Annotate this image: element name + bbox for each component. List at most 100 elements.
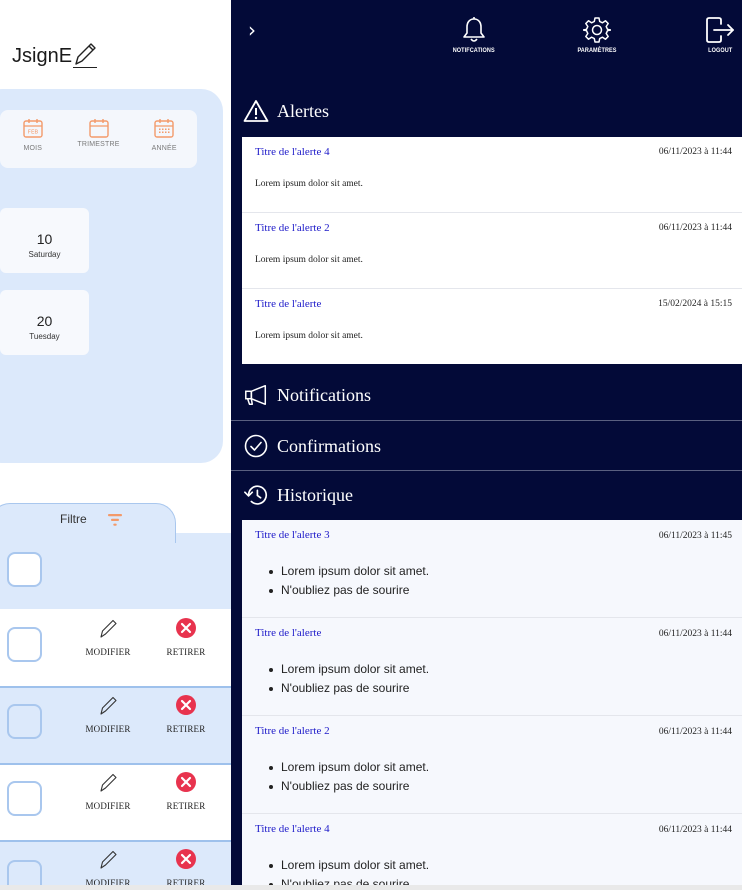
warning-icon xyxy=(243,98,269,124)
history-bullets: Lorem ipsum dolor sit amet. N'oubliez pa… xyxy=(269,562,429,600)
history-bullet: Lorem ipsum dolor sit amet. xyxy=(269,660,429,679)
svg-text:FEB: FEB xyxy=(28,130,39,136)
history-bullet: N'oubliez pas de sourire xyxy=(269,581,429,600)
modify-button[interactable]: MODIFIER xyxy=(78,771,138,811)
date-number: 20 xyxy=(36,313,53,329)
remove-label: RETIRER xyxy=(166,801,206,811)
history-bullet: Lorem ipsum dolor sit amet. xyxy=(269,856,429,875)
pencil-icon xyxy=(100,696,117,715)
logout-caption: LOGOUT xyxy=(707,47,733,54)
history-date: 06/11/2023 à 11:44 xyxy=(658,825,732,835)
section-notifications-header[interactable]: Notifications xyxy=(231,370,742,420)
alert-date: 06/11/2023 à 11:44 xyxy=(658,223,732,233)
history-bullets: Lorem ipsum dolor sit amet. N'oubliez pa… xyxy=(269,660,429,698)
pencil-icon xyxy=(100,773,117,792)
table-row: MODIFIER RETIRER xyxy=(0,840,231,890)
settings-button[interactable]: PARAMÈTRES xyxy=(574,16,620,54)
row-checkbox[interactable] xyxy=(7,704,42,739)
modify-button[interactable]: MODIFIER xyxy=(78,617,138,657)
period-year-option[interactable]: ANNÉE xyxy=(131,110,197,168)
date-card[interactable]: 10 Saturday xyxy=(0,208,89,273)
period-quarter-option[interactable]: TRIMESTRE xyxy=(66,110,132,168)
logout-icon xyxy=(706,17,734,43)
select-all-checkbox[interactable] xyxy=(7,552,42,587)
history-title: Titre de l'alerte 4 xyxy=(255,823,330,835)
remove-button[interactable]: RETIRER xyxy=(156,848,216,888)
history-date: 06/11/2023 à 11:45 xyxy=(658,531,732,541)
section-confirmations-title: Confirmations xyxy=(277,435,381,456)
edit-name-button[interactable] xyxy=(73,40,98,68)
section-history-header[interactable]: Historique xyxy=(231,470,742,520)
history-date: 06/11/2023 à 11:44 xyxy=(658,629,732,639)
alert-item[interactable]: Titre de l'alerte 2 06/11/2023 à 11:44 L… xyxy=(242,213,742,289)
pencil-icon xyxy=(75,43,96,65)
remove-button[interactable]: RETIRER xyxy=(156,617,216,657)
history-bullet: N'oubliez pas de sourire xyxy=(269,777,429,796)
alert-title: Titre de l'alerte 4 xyxy=(255,146,330,158)
modify-label: MODIFIER xyxy=(85,724,131,734)
section-alerts-header[interactable]: Alertes xyxy=(231,86,742,136)
alert-title: Titre de l'alerte xyxy=(255,298,322,310)
calendar-quarter-icon xyxy=(88,119,109,138)
pencil-icon xyxy=(100,619,117,638)
history-title: Titre de l'alerte 3 xyxy=(255,529,330,541)
period-quarter-label: TRIMESTRE xyxy=(77,141,120,148)
gear-icon xyxy=(583,17,612,43)
close-circle-icon xyxy=(176,772,196,792)
left-panel: JsignE FEB MOIS TRIMESTRE ANNÉE 10 Satur… xyxy=(0,0,231,890)
megaphone-icon xyxy=(243,382,269,408)
table-row: MODIFIER RETIRER xyxy=(0,763,231,840)
period-month-option[interactable]: FEB MOIS xyxy=(0,110,66,168)
modify-button[interactable]: MODIFIER xyxy=(78,694,138,734)
history-item[interactable]: Titre de l'alerte 3 06/11/2023 à 11:45 L… xyxy=(242,520,742,618)
filter-icon[interactable] xyxy=(107,512,123,531)
period-month-label: MOIS xyxy=(23,145,43,152)
history-bullet: N'oubliez pas de sourire xyxy=(269,679,429,698)
notifications-panel: › NOTIFCATIONS PARAMÈTRES LOGOUT Alertes… xyxy=(231,0,742,890)
modify-button[interactable]: MODIFIER xyxy=(78,848,138,888)
row-checkbox[interactable] xyxy=(7,627,42,662)
alert-body: Lorem ipsum dolor sit amet. xyxy=(255,179,363,189)
logout-button[interactable]: LOGOUT xyxy=(705,16,735,54)
section-alerts-title: Alertes xyxy=(277,100,329,121)
notifications-caption: NOTIFCATIONS xyxy=(452,47,495,54)
remove-label: RETIRER xyxy=(166,724,206,734)
filter-tab[interactable] xyxy=(0,503,176,543)
alert-title: Titre de l'alerte 2 xyxy=(255,222,330,234)
pencil-icon xyxy=(100,850,117,869)
period-year-label: ANNÉE xyxy=(151,145,177,152)
collapse-chevron-icon[interactable]: › xyxy=(248,18,256,42)
history-title: Titre de l'alerte xyxy=(255,627,322,639)
history-title: Titre de l'alerte 2 xyxy=(255,725,330,737)
table-row: MODIFIER RETIRER xyxy=(0,686,231,763)
history-item[interactable]: Titre de l'alerte 4 06/11/2023 à 11:44 L… xyxy=(242,814,742,890)
calendar-month-icon: FEB xyxy=(23,119,43,138)
alert-item[interactable]: Titre de l'alerte 15/02/2024 à 15:15 Lor… xyxy=(242,289,742,365)
notifications-button[interactable]: NOTIFCATIONS xyxy=(449,16,498,54)
alert-item[interactable]: Titre de l'alerte 4 06/11/2023 à 11:44 L… xyxy=(242,137,742,213)
history-date: 06/11/2023 à 11:44 xyxy=(658,727,732,737)
close-circle-icon xyxy=(176,618,196,638)
history-icon xyxy=(243,482,269,508)
horizontal-scrollbar[interactable] xyxy=(0,885,742,890)
section-history-title: Historique xyxy=(277,484,353,505)
alert-date: 15/02/2024 à 15:15 xyxy=(658,299,732,309)
remove-button[interactable]: RETIRER xyxy=(156,694,216,734)
user-name: JsignE xyxy=(12,45,73,67)
remove-label: RETIRER xyxy=(166,647,206,657)
close-circle-icon xyxy=(176,695,196,715)
alert-date: 06/11/2023 à 11:44 xyxy=(658,147,732,157)
history-bullet: Lorem ipsum dolor sit amet. xyxy=(269,562,429,581)
table-row: MODIFIER RETIRER xyxy=(0,609,231,686)
history-list: Titre de l'alerte 3 06/11/2023 à 11:45 L… xyxy=(242,520,742,890)
close-circle-icon xyxy=(176,849,196,869)
history-bullet: Lorem ipsum dolor sit amet. xyxy=(269,758,429,777)
history-item[interactable]: Titre de l'alerte 2 06/11/2023 à 11:44 L… xyxy=(242,716,742,814)
date-card[interactable]: 20 Tuesday xyxy=(0,290,89,355)
row-checkbox[interactable] xyxy=(7,781,42,816)
section-confirmations-header[interactable]: Confirmations xyxy=(231,421,742,471)
history-item[interactable]: Titre de l'alerte 06/11/2023 à 11:44 Lor… xyxy=(242,618,742,716)
remove-button[interactable]: RETIRER xyxy=(156,771,216,811)
section-notifications-title: Notifications xyxy=(277,384,371,405)
date-weekday: Saturday xyxy=(28,250,61,259)
